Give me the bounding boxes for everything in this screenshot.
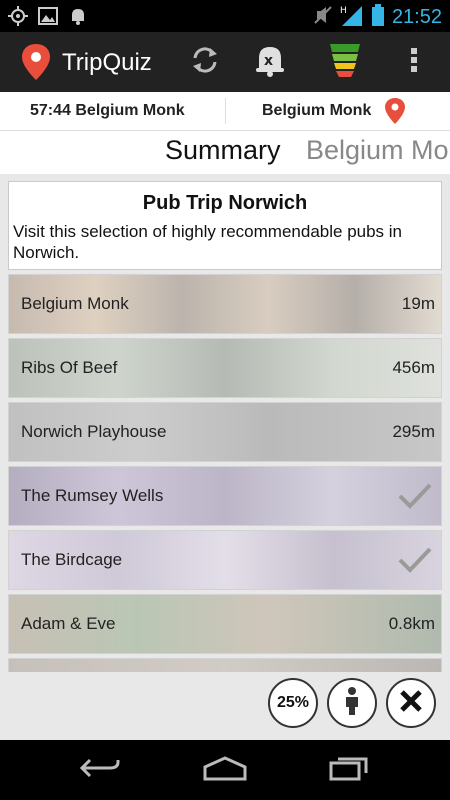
back-icon [78,756,122,785]
list-item-pub[interactable]: The Rumsey Wells [8,466,442,526]
image-icon [38,6,58,26]
overflow-menu-icon [410,46,418,79]
sync-icon [190,45,220,80]
list-item-pub[interactable]: Belgium Monk 19m [8,274,442,334]
tab-strip: Summary Belgium Mo [0,131,450,173]
status-bar: H 21:52 [0,0,450,32]
mute-icon [314,5,332,30]
action-bar: TripQuiz x [0,32,450,92]
tab-summary[interactable]: Summary [165,135,281,166]
pub-list: Pub Trip Norwich Visit this selection of… [0,174,450,672]
app-logo-pin-icon[interactable] [20,42,52,82]
list-item-pub[interactable]: Adam & Eve 0.8km [8,594,442,654]
pub-name: The Rumsey Wells [21,486,164,505]
back-button[interactable] [70,754,130,786]
map-pin-icon[interactable] [384,97,406,125]
home-icon [202,755,248,786]
route-header: 57:44 Belgium Monk Belgium Monk [0,92,450,131]
list-item-pub[interactable]: Ribs Of Beef 456m [8,338,442,398]
pub-name: Ribs Of Beef [21,358,118,377]
pub-name: The Birdcage [21,550,123,569]
svg-text:H: H [340,6,347,16]
home-button[interactable] [195,754,255,786]
visited-check-icon [397,545,433,575]
header-divider [225,98,226,124]
list-item-pub-partial[interactable] [8,658,442,672]
pub-name: Belgium Monk [21,294,129,313]
visited-check-icon [397,481,433,511]
recents-button[interactable] [320,754,380,786]
current-destination-label[interactable]: Belgium Monk [262,102,371,120]
pub-distance: 0.8km [388,614,435,633]
list-item-pub[interactable]: The Birdcage [8,530,442,590]
close-button[interactable] [386,678,436,728]
progress-button[interactable]: 25% [268,678,318,728]
system-nav-bar [0,740,450,800]
app-title: TripQuiz [62,49,152,76]
clock: 21:52 [391,6,442,28]
signal-strength-button[interactable] [323,40,367,84]
close-icon [398,688,424,719]
route-timer-label: 57:44 Belgium Monk [30,102,185,119]
tab-belgium-monk[interactable]: Belgium Mo [306,135,449,166]
pub-name: Adam & Eve [21,614,116,633]
pub-distance: 19m [401,294,435,313]
pub-name: Norwich Playhouse [21,422,167,441]
svg-text:x: x [264,53,273,69]
list-item-pub[interactable]: Norwich Playhouse 295m [8,402,442,462]
signal-strength-icon [330,42,360,83]
trip-title: Pub Trip Norwich [142,192,308,214]
person-button[interactable] [327,678,377,728]
person-icon [343,686,361,721]
bottom-action-bar: 25% [0,672,450,740]
location-icon [8,6,28,26]
pub-distance: 295m [392,422,435,441]
overflow-menu-button[interactable] [392,40,436,84]
cancel-quiz-button[interactable]: x [248,40,292,84]
trip-description: Visit this selection of highly recommend… [13,222,403,262]
battery-icon [371,4,384,31]
trip-summary-card: Pub Trip Norwich Visit this selection of… [8,181,442,270]
bell-icon [68,6,88,26]
sync-button[interactable] [183,40,227,84]
recents-icon [328,755,372,786]
signal-icon: H [340,4,364,31]
cancel-bell-icon: x [254,43,286,82]
progress-percent: 25% [276,694,310,711]
pub-distance: 456m [392,358,435,377]
